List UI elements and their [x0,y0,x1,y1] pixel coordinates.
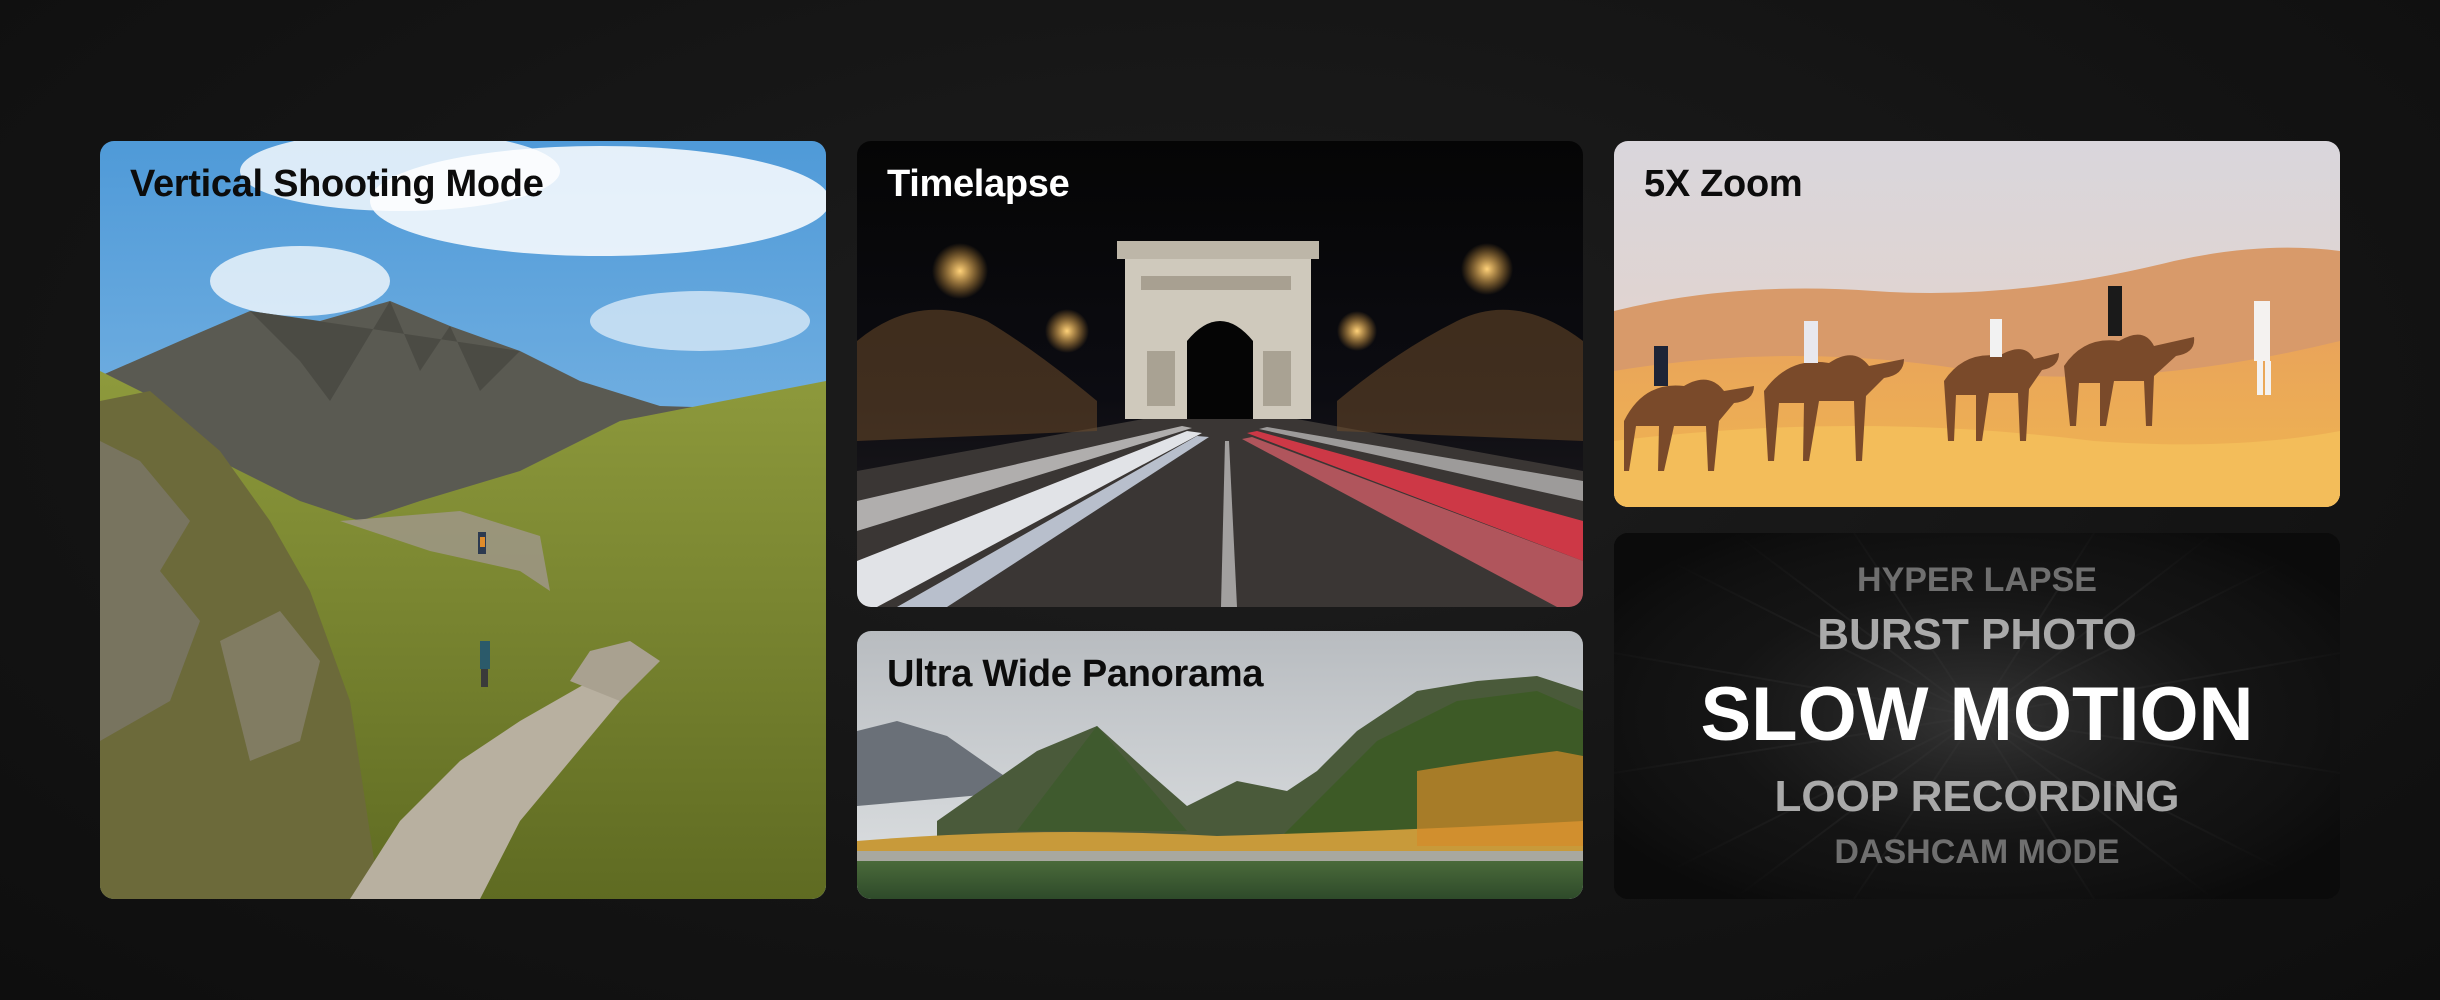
night-city-photo [857,141,1583,607]
card-title-timelapse: Timelapse [887,163,1070,205]
mode-slow-motion[interactable]: SLOW MOTION [1700,677,2253,753]
mode-loop-recording[interactable]: LOOP RECORDING [1774,775,2179,819]
card-title-vertical: Vertical Shooting Mode [130,163,544,205]
modes-list: HYPER LAPSE BURST PHOTO SLOW MOTION LOOP… [1614,533,2340,899]
panorama-card[interactable]: Ultra Wide Panorama [857,631,1583,899]
card-title-zoom: 5X Zoom [1644,163,1803,205]
shooting-modes-card[interactable]: HYPER LAPSE BURST PHOTO SLOW MOTION LOOP… [1614,533,2340,899]
mode-dashcam[interactable]: DASHCAM MODE [1834,835,2119,869]
mode-burst-photo[interactable]: BURST PHOTO [1817,613,2136,657]
card-title-panorama: Ultra Wide Panorama [887,653,1264,695]
mountain-trail-photo [100,141,826,899]
mode-hyper-lapse[interactable]: HYPER LAPSE [1857,563,2097,597]
timelapse-card[interactable]: Timelapse [857,141,1583,607]
vertical-shooting-card[interactable]: Vertical Shooting Mode [100,141,826,899]
zoom-card[interactable]: 5X Zoom [1614,141,2340,507]
